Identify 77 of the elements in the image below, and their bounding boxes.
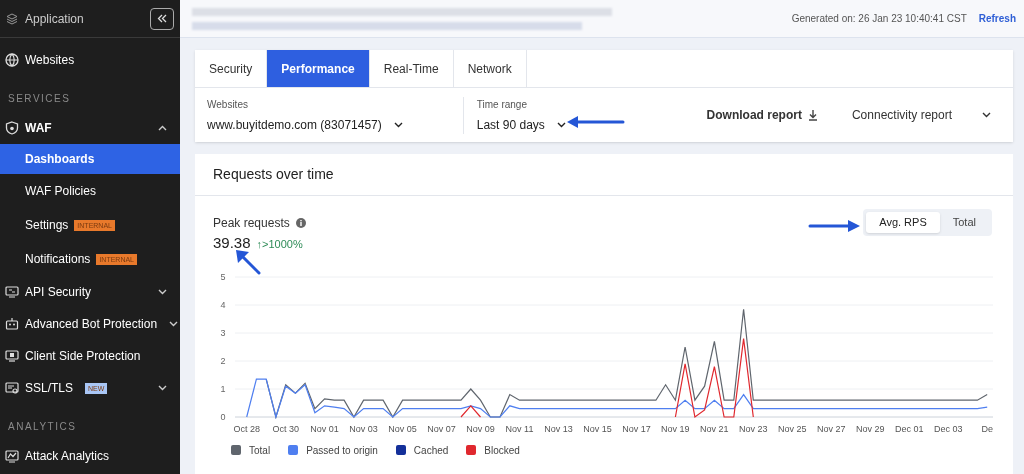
sidebar-group[interactable]: API Security xyxy=(0,276,180,308)
axis-tick-label: Nov 11 xyxy=(505,423,534,434)
filter-label: Time range xyxy=(476,97,528,112)
axis-tick-label: 3 xyxy=(220,327,226,338)
filter-dropdown[interactable]: Last 90 days xyxy=(476,115,566,134)
sidebar-item[interactable]: Websites xyxy=(0,44,180,76)
filter-label: Websites xyxy=(207,97,249,112)
peak-requests-label: Peak requests xyxy=(213,215,290,232)
generated-timestamp: Generated on: 26 Jan 23 10:40:41 CST xyxy=(791,12,967,26)
annotation-arrow xyxy=(808,220,860,232)
axis-tick-label: Nov 23 xyxy=(739,423,768,434)
chevron-down-icon xyxy=(556,121,566,128)
shield-icon xyxy=(5,121,19,135)
change-indicator: ↑>1000% xyxy=(256,237,303,252)
section-heading: SERVICES xyxy=(7,91,72,106)
axis-tick-label: Nov 21 xyxy=(700,423,729,434)
axis-tick-label: Dec 03 xyxy=(933,423,963,434)
tab[interactable]: Network xyxy=(453,50,527,87)
sidebar-item[interactable]: Attack Analytics xyxy=(0,440,180,472)
axis-tick-label: Dec 01 xyxy=(894,423,924,434)
axis-tick-label: 4 xyxy=(220,299,226,310)
sidebar-title: Application xyxy=(25,10,85,28)
collapse-button[interactable] xyxy=(150,7,174,30)
tab[interactable]: Real-Time xyxy=(369,50,454,87)
download-icon xyxy=(807,109,818,121)
axis-tick-label: 2 xyxy=(220,355,226,366)
sidebar-item[interactable]: WAF Policies xyxy=(0,174,180,208)
axis-tick-label: 1 xyxy=(220,383,226,394)
chart-icon xyxy=(5,449,19,463)
axis-tick-label: Nov 07 xyxy=(427,423,456,434)
sidebar-group[interactable]: WAF xyxy=(0,112,180,144)
annotation-arrow xyxy=(236,250,261,275)
axis-tick-label: 5 xyxy=(220,271,226,282)
card-title: Requests over time xyxy=(195,154,1013,196)
globe-icon xyxy=(5,53,19,67)
axis-tick-label: Nov 27 xyxy=(817,423,846,434)
axis-tick-label: Nov 09 xyxy=(466,423,495,434)
connectivity-report-dropdown[interactable]: Connectivity report xyxy=(851,106,991,124)
axis-tick-label: Nov 15 xyxy=(583,423,612,434)
axis-tick-label: Nov 01 xyxy=(310,423,339,434)
tab[interactable]: Security xyxy=(195,50,268,87)
chevron-down-icon xyxy=(982,112,991,118)
axis-tick-label: Nov 17 xyxy=(622,423,651,434)
toggle-option[interactable]: Avg. RPS xyxy=(866,212,940,233)
axis-tick-label: Nov 29 xyxy=(855,423,885,434)
axis-tick-label: 0 xyxy=(220,411,226,422)
double-chevron-left-icon xyxy=(157,14,167,23)
monitor-icon xyxy=(5,285,19,299)
monitor-icon xyxy=(5,349,19,363)
axis-tick-label: Nov 13 xyxy=(544,423,573,434)
toggle-option[interactable]: Total xyxy=(939,212,989,233)
filter-dropdown[interactable]: www.buyitdemo.com (83071457) xyxy=(207,115,403,134)
download-report-button[interactable]: Download report xyxy=(706,106,818,124)
peak-requests-value: 39.38 xyxy=(213,233,251,253)
layers-icon xyxy=(6,12,18,25)
sidebar-group[interactable]: Advanced Bot Protection xyxy=(0,308,180,340)
refresh-link[interactable]: Refresh xyxy=(978,11,1016,26)
axis-tick-label: Oct 28 xyxy=(233,423,260,434)
annotation-arrow xyxy=(567,116,625,128)
tab[interactable]: Performance xyxy=(267,50,370,87)
info-icon xyxy=(295,218,306,228)
chevron-down-icon xyxy=(393,121,403,128)
sidebar-item[interactable]: Dashboards xyxy=(0,144,180,174)
section-heading: ANALYTICS xyxy=(7,419,78,434)
axis-tick-label: De xyxy=(981,423,993,434)
axis-tick-label: Nov 05 xyxy=(388,423,417,434)
legend-label: Blocked xyxy=(484,443,520,458)
legend-label: Cached xyxy=(413,443,449,458)
axis-tick-label: Nov 25 xyxy=(778,423,807,434)
legend-label: Total xyxy=(249,443,271,458)
sidebar-item[interactable]: Client Side Protection xyxy=(0,340,180,372)
legend-label: Passed to origin xyxy=(306,443,378,458)
robot-icon xyxy=(5,317,19,331)
axis-tick-label: Nov 19 xyxy=(661,423,690,434)
axis-tick-label: Nov 03 xyxy=(349,423,378,434)
axis-tick-label: Oct 30 xyxy=(272,423,299,434)
certificate-icon xyxy=(5,381,19,395)
